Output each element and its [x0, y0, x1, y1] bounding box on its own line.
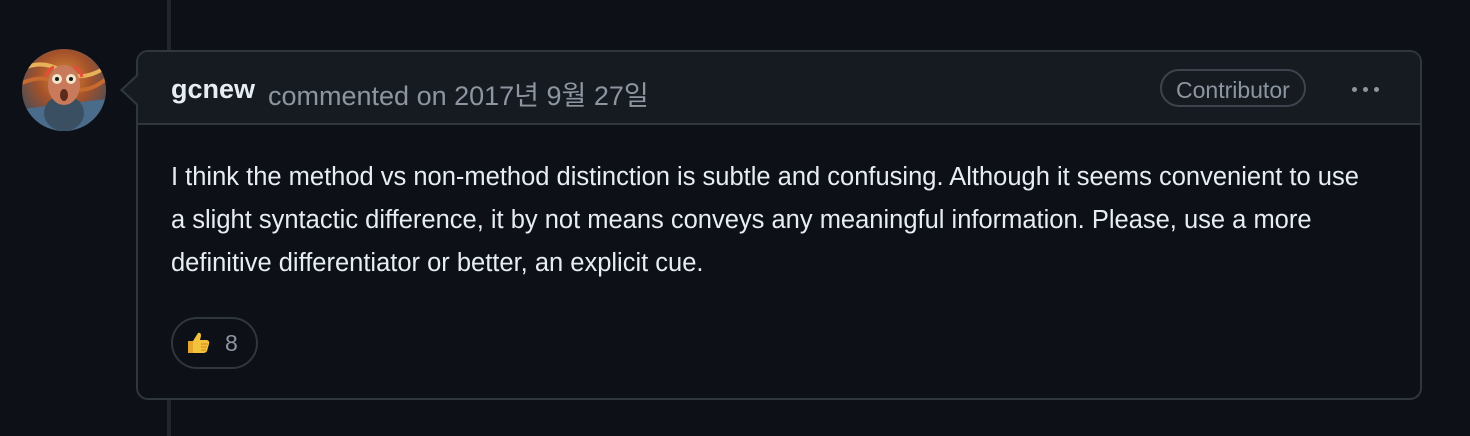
comment-timestamp[interactable]: commented on 2017년 9월 27일	[268, 74, 649, 113]
comment-caret-fill	[123, 76, 138, 104]
kebab-horizontal-icon	[1351, 86, 1379, 92]
reaction-thumbs-up-button[interactable]: 8	[171, 317, 258, 369]
author-link[interactable]: gcnew	[171, 74, 255, 105]
comment-header: gcnew commented on 2017년 9월 27일 Contribu…	[138, 52, 1420, 125]
more-options-button[interactable]	[1342, 72, 1388, 106]
contributor-badge: Contributor	[1160, 69, 1306, 107]
avatar[interactable]	[22, 49, 106, 131]
comment-paragraph: I think the method vs non-method distinc…	[171, 163, 1359, 277]
timeline-page: gcnew commented on 2017년 9월 27일 Contribu…	[0, 0, 1470, 436]
thumbs-up-icon	[185, 330, 211, 356]
comment-box: gcnew commented on 2017년 9월 27일 Contribu…	[136, 50, 1422, 400]
comment-body: I think the method vs non-method distinc…	[171, 156, 1371, 285]
reaction-count: 8	[225, 329, 238, 356]
